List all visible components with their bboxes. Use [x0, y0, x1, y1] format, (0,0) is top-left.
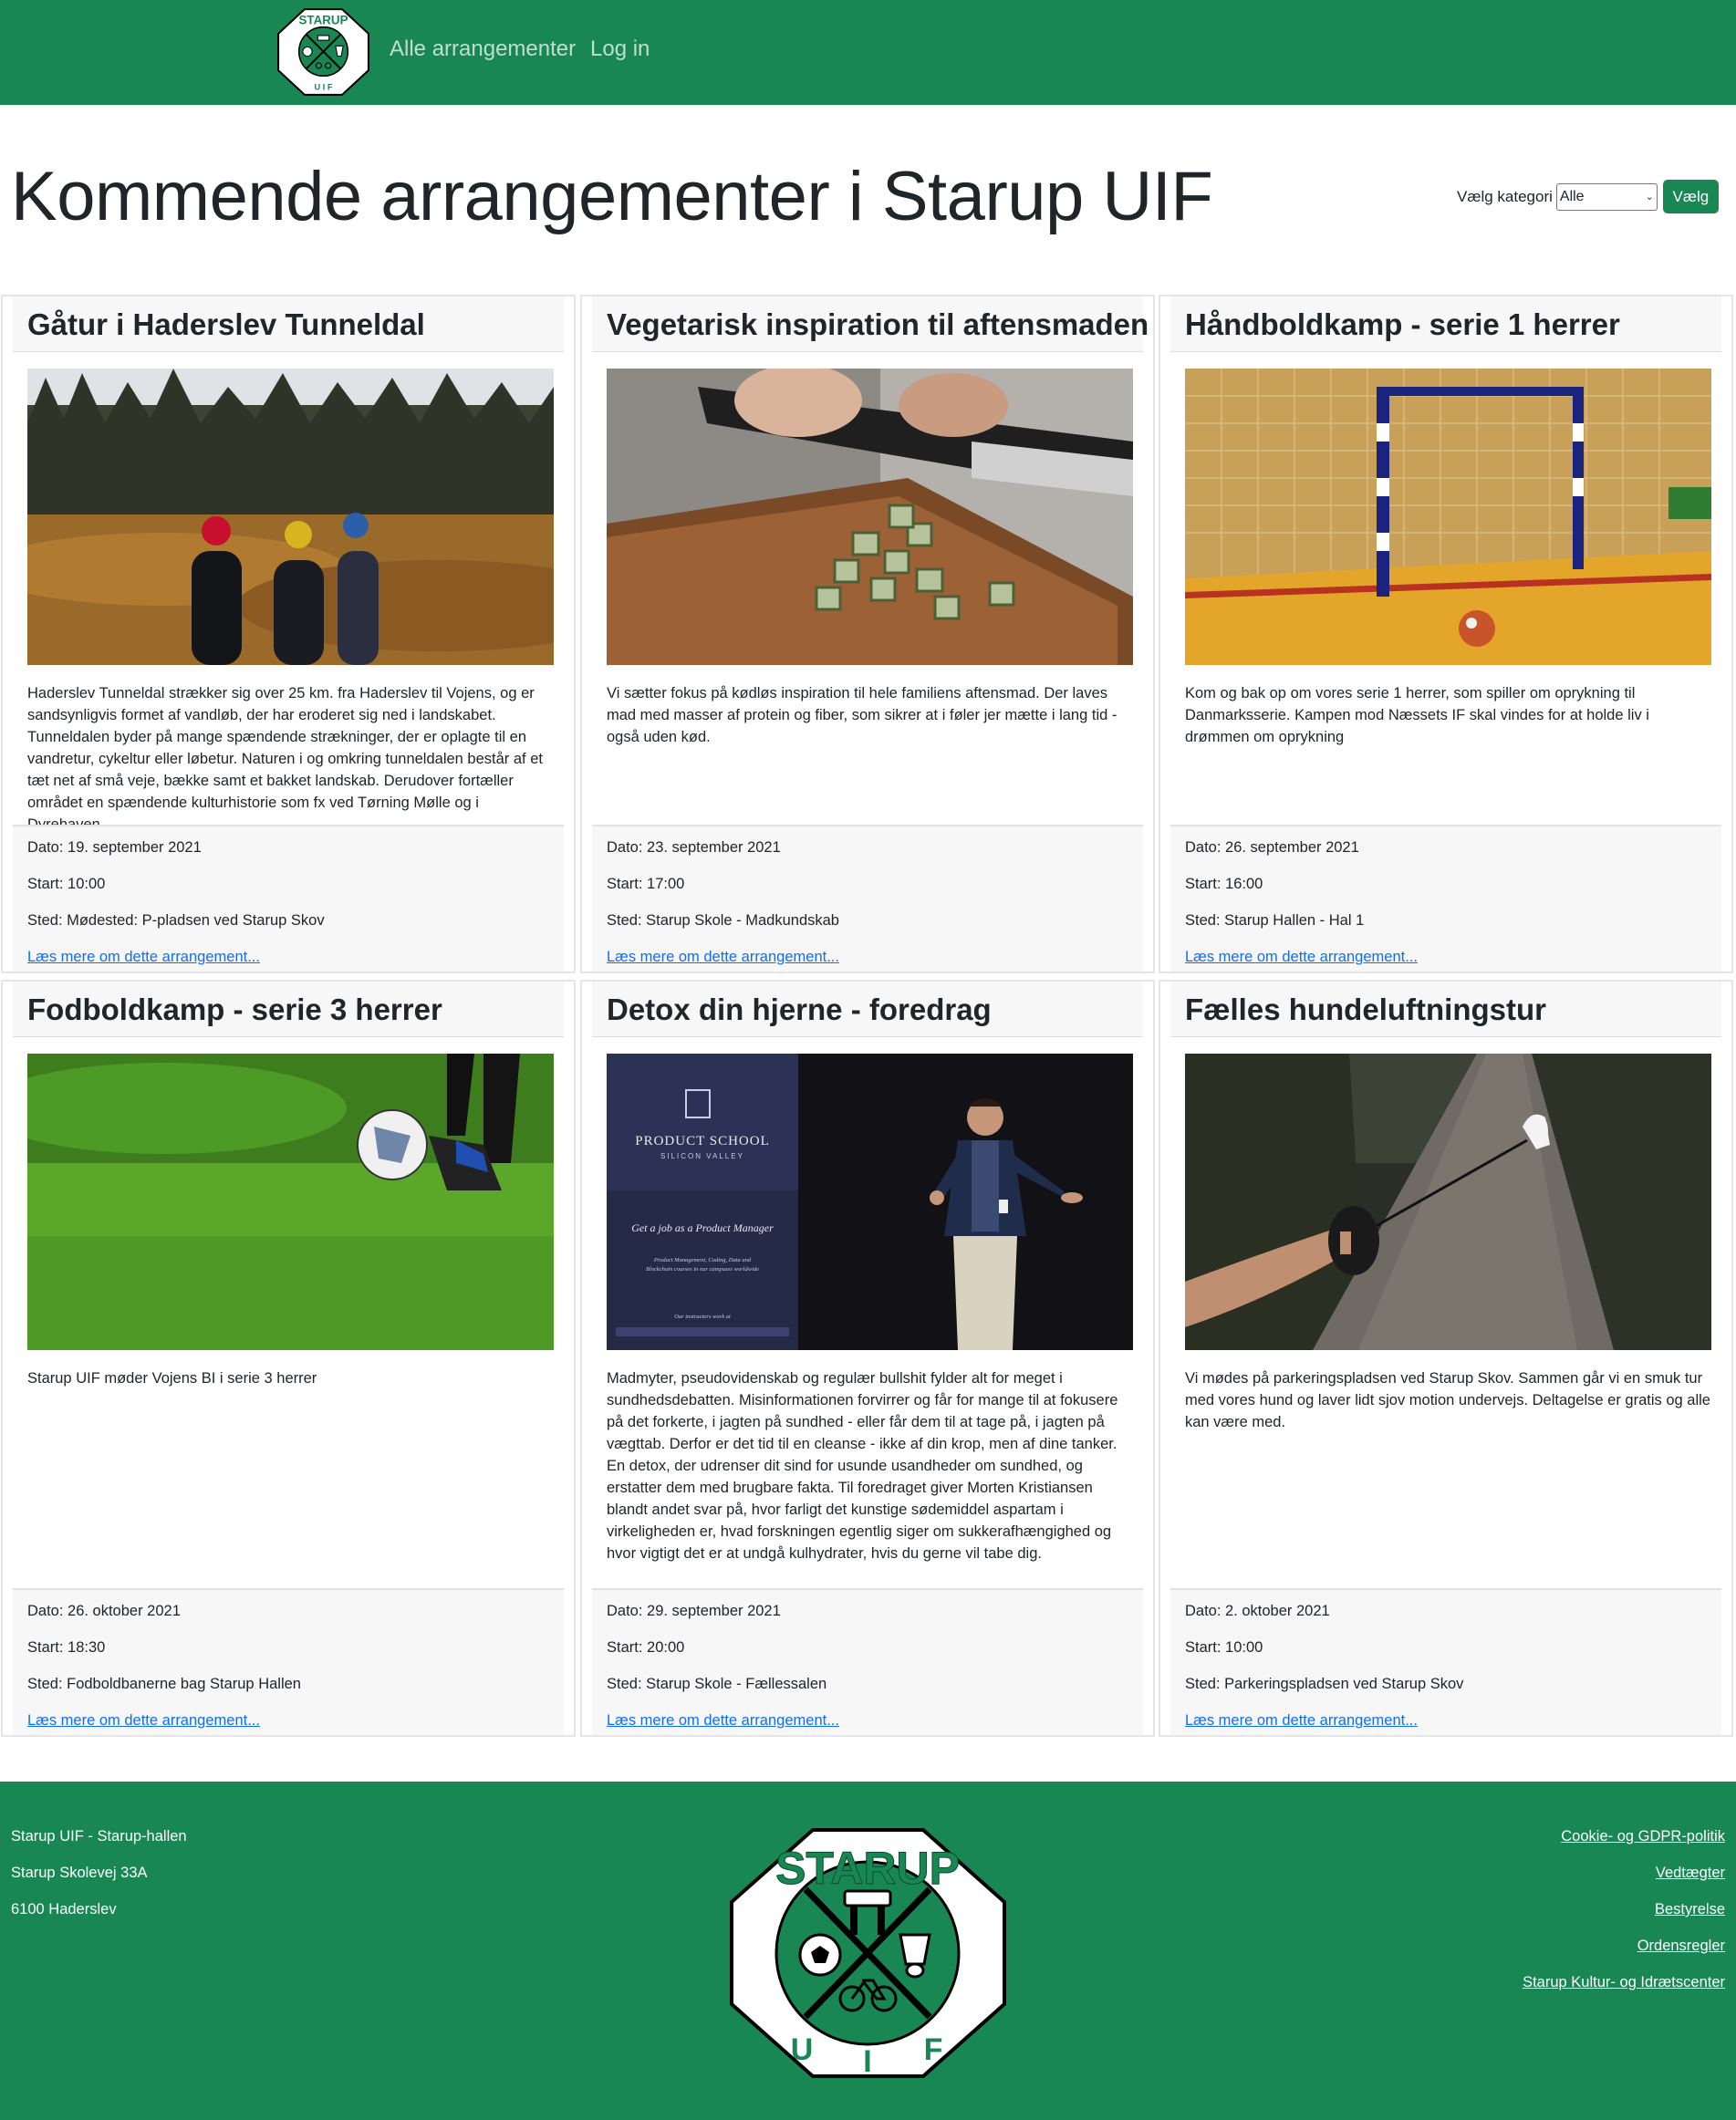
- footer-link-cookie-gdpr[interactable]: Cookie- og GDPR-politik: [1561, 1828, 1725, 1845]
- event-start: Start: 17:00: [607, 876, 685, 892]
- card-header: Håndboldkamp - serie 1 herrer: [1170, 296, 1721, 352]
- event-date: Dato: 2. oktober 2021: [1185, 1603, 1330, 1619]
- event-place: Sted: Starup Hallen - Hal 1: [1185, 912, 1365, 929]
- event-image-football: [27, 1054, 554, 1350]
- card-footer: Dato: 26. oktober 2021 Start: 18:30 Sted…: [13, 1588, 564, 1735]
- event-description: Kom og bak op om vores serie 1 herrer, s…: [1185, 685, 1649, 745]
- footer: Starup UIF - Starup-hallen Starup Skolev…: [0, 1782, 1736, 2120]
- event-card: Fodboldkamp - serie 3 herrer Starup UIF …: [1, 980, 576, 1737]
- event-start: Start: 18:30: [27, 1639, 106, 1656]
- nav-link-all-events[interactable]: Alle arrangementer: [390, 36, 576, 62]
- event-title: Håndboldkamp - serie 1 herrer: [1185, 307, 1620, 341]
- read-more-link[interactable]: Læs mere om dette arrangement...: [27, 949, 260, 966]
- card-header: Fodboldkamp - serie 3 herrer: [13, 982, 564, 1037]
- event-date: Dato: 23. september 2021: [607, 839, 781, 856]
- card-header: Detox din hjerne - foredrag: [592, 982, 1143, 1037]
- svg-text:U: U: [791, 2032, 814, 2067]
- event-card: Fælles hundeluftningstur Vi mødes på par…: [1159, 980, 1733, 1737]
- category-filter: Vælg kategori Alle ⌄ Vælg: [1457, 180, 1719, 213]
- event-title: Vegetarisk inspiration til aftensmaden: [607, 307, 1149, 341]
- event-date: Dato: 26. september 2021: [1185, 839, 1359, 856]
- read-more-link[interactable]: Læs mere om dette arrangement...: [1185, 949, 1418, 966]
- event-image-dogwalk: [1185, 1054, 1711, 1350]
- event-title: Gåtur i Haderslev Tunneldal: [27, 307, 425, 341]
- svg-text:STARUP: STARUP: [775, 1843, 960, 1894]
- event-date: Dato: 19. september 2021: [27, 839, 202, 856]
- svg-text:Get a job as a Product Manager: Get a job as a Product Manager: [631, 1221, 774, 1234]
- event-place: Sted: Parkeringspladsen ved Starup Skov: [1185, 1676, 1464, 1692]
- card-header: Vegetarisk inspiration til aftensmaden: [592, 296, 1149, 352]
- club-logo[interactable]: STARUP U I F: [276, 7, 370, 97]
- nav-link-login[interactable]: Log in: [590, 36, 650, 62]
- event-date: Dato: 26. oktober 2021: [27, 1603, 181, 1619]
- event-description: Haderslev Tunneldal strækker sig over 25…: [27, 685, 543, 833]
- event-date: Dato: 29. september 2021: [607, 1603, 781, 1619]
- footer-address-name: Starup UIF - Starup-hallen: [11, 1828, 187, 1845]
- event-description: Starup UIF møder Vojens BI i serie 3 her…: [27, 1370, 317, 1387]
- footer-address-street: Starup Skolevej 33A: [11, 1865, 148, 1881]
- svg-text:PRODUCT SCHOOL: PRODUCT SCHOOL: [635, 1134, 770, 1148]
- event-start: Start: 16:00: [1185, 876, 1263, 892]
- event-start: Start: 20:00: [607, 1639, 685, 1656]
- event-image-hike: [27, 369, 554, 665]
- event-description: Vi mødes på parkeringspladsen ved Starup…: [1185, 1370, 1710, 1430]
- card-header: Fælles hundeluftningstur: [1170, 982, 1721, 1037]
- navbar: STARUP U I F Alle arrangementer Log in: [0, 0, 1736, 105]
- card-footer: Dato: 26. september 2021 Start: 16:00 St…: [1170, 825, 1721, 972]
- svg-text:Our instructors work at: Our instructors work at: [674, 1314, 731, 1320]
- svg-text:I: I: [863, 2044, 871, 2079]
- event-card: Detox din hjerne - foredrag PRODUCT SCHO…: [580, 980, 1155, 1737]
- footer-address-city: 6100 Haderslev: [11, 1901, 117, 1917]
- event-place: Sted: Starup Skole - Madkundskab: [607, 912, 839, 929]
- event-title: Fodboldkamp - serie 3 herrer: [27, 992, 442, 1026]
- card-header: Gåtur i Haderslev Tunneldal: [13, 296, 564, 352]
- read-more-link[interactable]: Læs mere om dette arrangement...: [1185, 1712, 1418, 1730]
- club-logo: STARUP U I F: [730, 1828, 1006, 2079]
- category-select[interactable]: Alle ⌄: [1555, 182, 1658, 211]
- footer-link-culture-center[interactable]: Starup Kultur- og Idrætscenter: [1523, 1974, 1725, 1991]
- event-description: Vi sætter fokus på kødløs inspiration ti…: [607, 685, 1117, 745]
- category-filter-label: Vælg kategori: [1457, 187, 1553, 205]
- read-more-link[interactable]: Læs mere om dette arrangement...: [607, 949, 839, 966]
- footer-link-rules[interactable]: Ordensregler: [1637, 1938, 1725, 1955]
- event-image-handball: [1185, 369, 1711, 665]
- svg-text:Product Management, Coding, Da: Product Management, Coding, Data and: [653, 1257, 752, 1263]
- event-place: Sted: Fodboldbanerne bag Starup Hallen: [27, 1676, 301, 1692]
- footer-link-board[interactable]: Bestyrelse: [1655, 1901, 1725, 1918]
- event-title: Fælles hundeluftningstur: [1185, 992, 1546, 1026]
- read-more-link[interactable]: Læs mere om dette arrangement...: [607, 1712, 839, 1730]
- card-footer: Dato: 23. september 2021 Start: 17:00 St…: [592, 825, 1143, 972]
- category-select-value: Alle: [1559, 188, 1585, 204]
- filter-submit-button[interactable]: Vælg: [1662, 180, 1719, 213]
- event-description: Madmyter, pseudovidenskab og regulær bul…: [607, 1370, 1118, 1562]
- svg-text:SILICON VALLEY: SILICON VALLEY: [660, 1152, 744, 1160]
- read-more-link[interactable]: Læs mere om dette arrangement...: [27, 1712, 260, 1730]
- footer-link-statutes[interactable]: Vedtægter: [1656, 1865, 1725, 1882]
- svg-text:U I F: U I F: [314, 83, 332, 92]
- event-card: Vegetarisk inspiration til aftensmaden V…: [580, 295, 1155, 973]
- event-place: Sted: Mødested: P-pladsen ved Starup Sko…: [27, 912, 325, 929]
- svg-text:STARUP: STARUP: [299, 14, 348, 27]
- event-title: Detox din hjerne - foredrag: [607, 992, 992, 1026]
- event-card: Gåtur i Haderslev Tunneldal Haderslev Tu…: [1, 295, 576, 973]
- event-image-lecture: PRODUCT SCHOOL SILICON VALLEY Get a job …: [607, 1054, 1133, 1350]
- event-start: Start: 10:00: [1185, 1639, 1263, 1656]
- page-title: Kommende arrangementer i Starup UIF: [11, 158, 1213, 235]
- event-place: Sted: Starup Skole - Fællessalen: [607, 1676, 827, 1692]
- svg-text:F: F: [924, 2032, 943, 2067]
- event-start: Start: 10:00: [27, 876, 106, 892]
- svg-text:Blockchain courses in our camp: Blockchain courses in our campuses world…: [646, 1266, 759, 1273]
- event-card: Håndboldkamp - serie 1 herrer Kom og bak…: [1159, 295, 1733, 973]
- event-image-cooking: [607, 369, 1133, 665]
- card-footer: Dato: 19. september 2021 Start: 10:00 St…: [13, 825, 564, 972]
- select-chevron-icon: ⌄: [1645, 192, 1654, 203]
- card-footer: Dato: 2. oktober 2021 Start: 10:00 Sted:…: [1170, 1588, 1721, 1735]
- card-footer: Dato: 29. september 2021 Start: 20:00 St…: [592, 1588, 1143, 1735]
